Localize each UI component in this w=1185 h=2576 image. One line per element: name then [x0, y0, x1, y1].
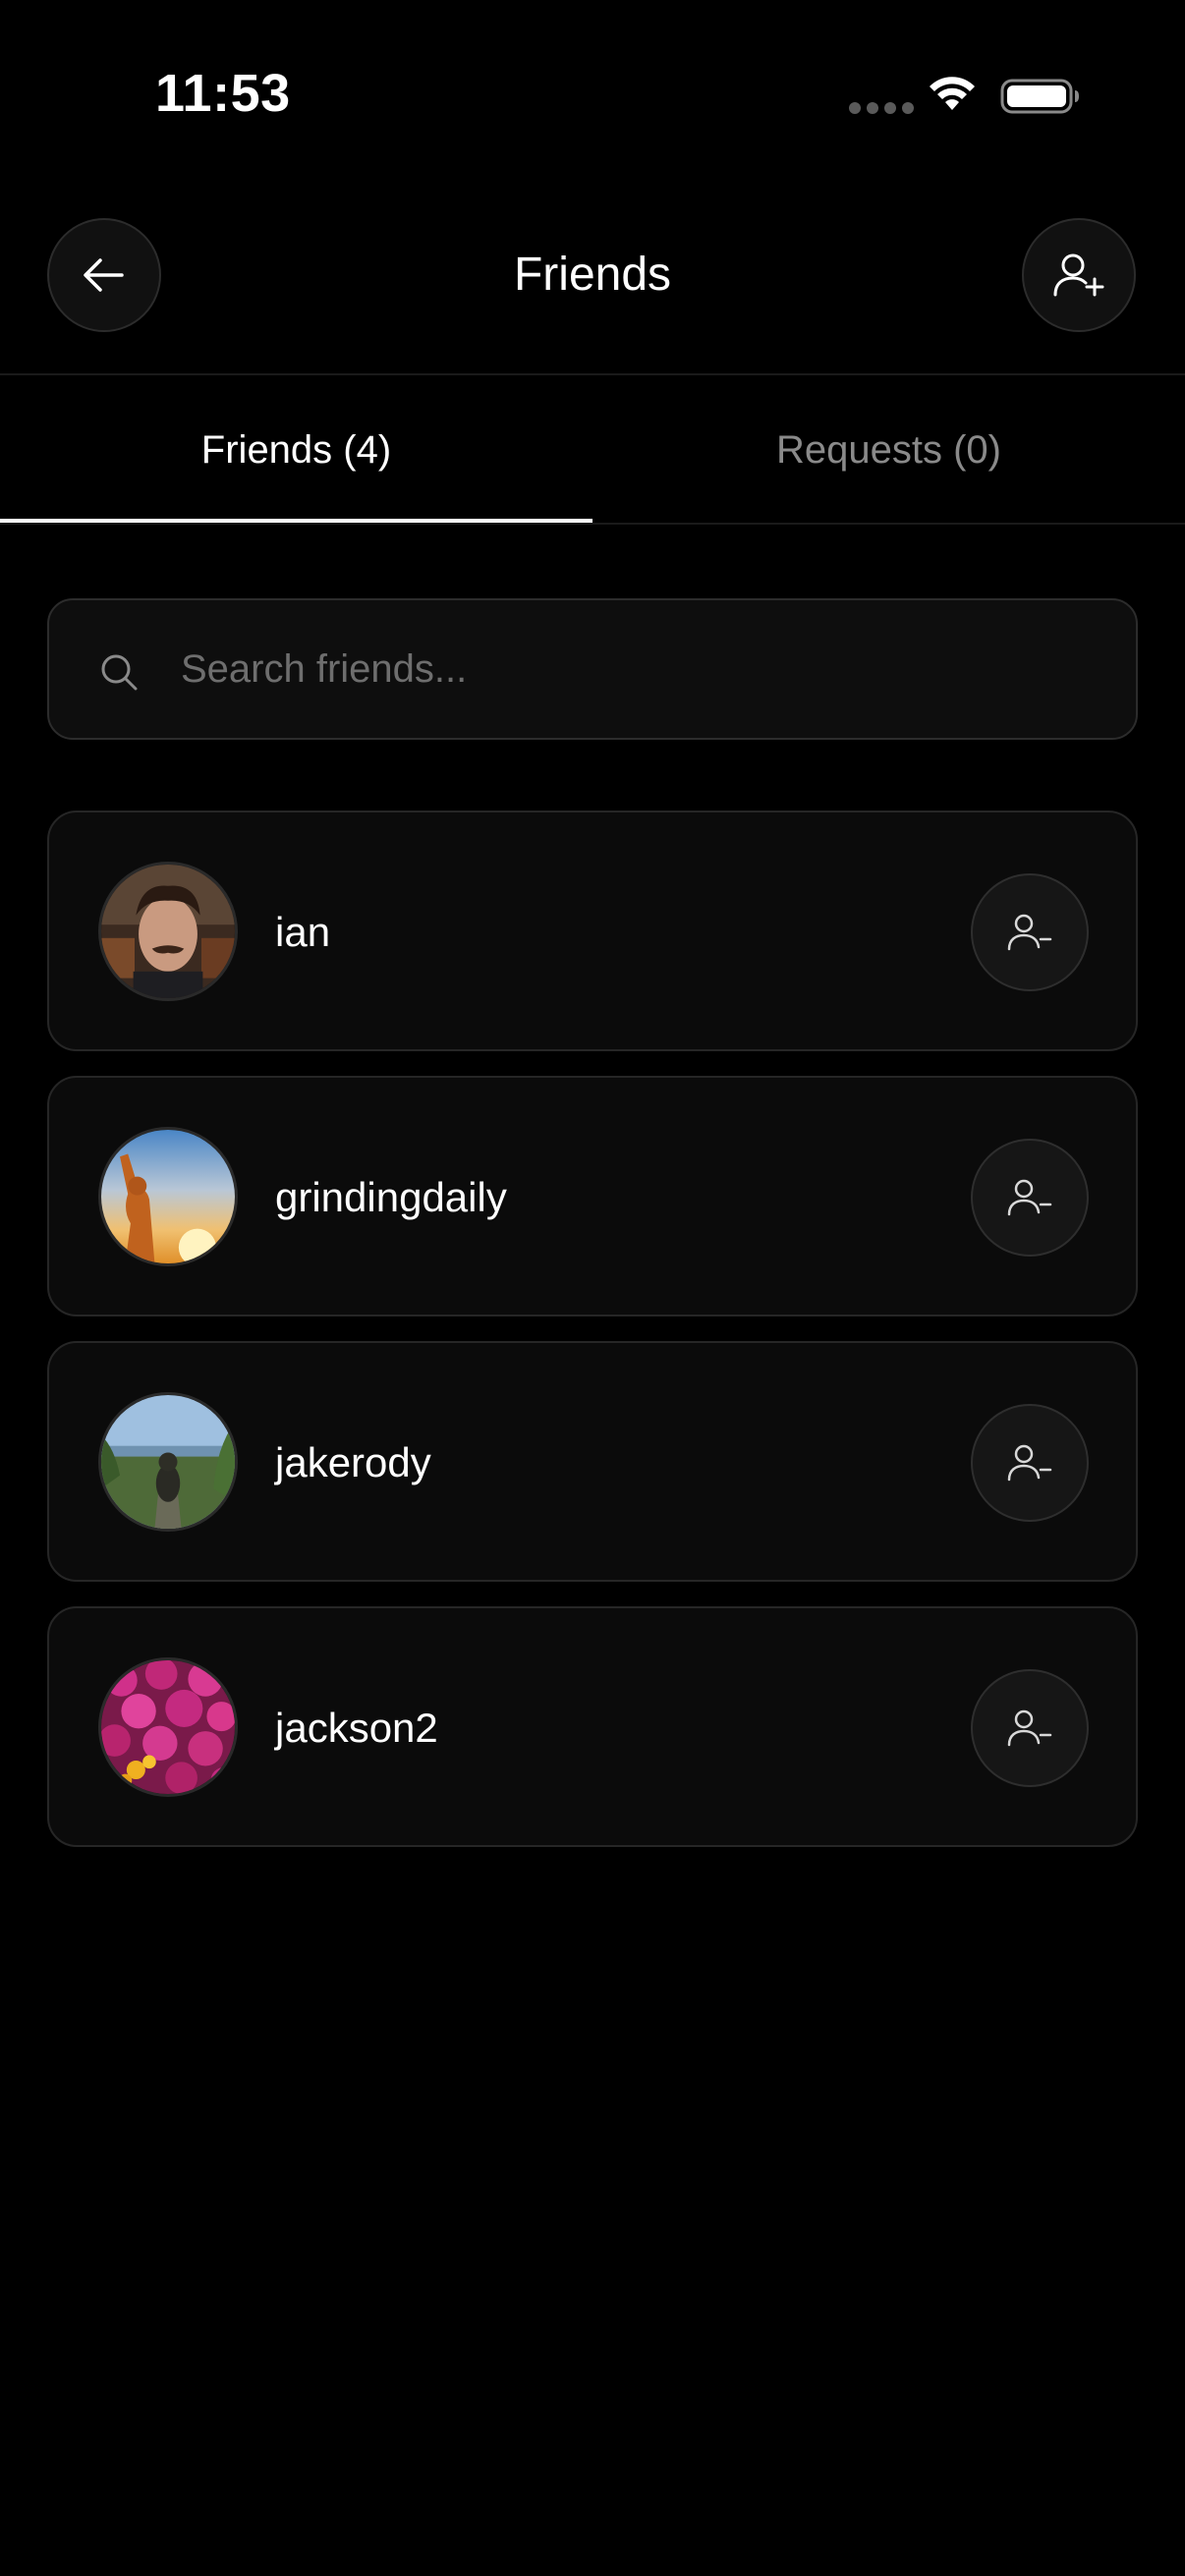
status-time: 11:53 — [155, 64, 291, 123]
friend-name: ian — [275, 909, 331, 955]
search-input[interactable] — [181, 600, 1104, 738]
tab-friends[interactable]: Friends (4) — [0, 375, 592, 525]
search-icon — [101, 654, 138, 691]
avatar — [98, 1657, 238, 1797]
cellular-signal-icon — [849, 102, 914, 114]
friend-card[interactable]: ian — [47, 811, 1138, 1051]
avatar — [98, 1392, 238, 1532]
search-box — [47, 598, 1138, 740]
remove-friend-button[interactable] — [971, 1139, 1089, 1257]
user-minus-icon — [1007, 1179, 1052, 1216]
avatar — [98, 1127, 238, 1266]
user-plus-icon — [1053, 253, 1104, 297]
friend-card[interactable]: jackson2 — [47, 1606, 1138, 1847]
friend-name: grindingdaily — [275, 1174, 507, 1220]
page-title: Friends — [513, 249, 672, 301]
tab-bar: Friends (4) Requests (0) — [0, 375, 1185, 525]
add-friend-button[interactable] — [1022, 218, 1136, 332]
tab-requests[interactable]: Requests (0) — [592, 375, 1185, 525]
status-bar: 11:53 — [0, 0, 1185, 187]
wifi-icon — [930, 77, 975, 110]
tabs-divider — [0, 523, 1185, 525]
friend-name: jackson2 — [275, 1705, 438, 1751]
friend-card[interactable]: jakerody — [47, 1341, 1138, 1582]
user-minus-icon — [1007, 1709, 1052, 1747]
avatar — [98, 862, 238, 1001]
battery-icon — [1000, 79, 1079, 114]
header: Friends — [0, 218, 1185, 336]
user-minus-icon — [1007, 914, 1052, 951]
user-minus-icon — [1007, 1444, 1052, 1482]
friend-card[interactable]: grindingdaily — [47, 1076, 1138, 1316]
remove-friend-button[interactable] — [971, 1404, 1089, 1522]
remove-friend-button[interactable] — [971, 873, 1089, 991]
friend-name: jakerody — [275, 1439, 431, 1485]
remove-friend-button[interactable] — [971, 1669, 1089, 1787]
friend-list: ian grindingdaily jakerody jackson2 — [47, 811, 1138, 1872]
